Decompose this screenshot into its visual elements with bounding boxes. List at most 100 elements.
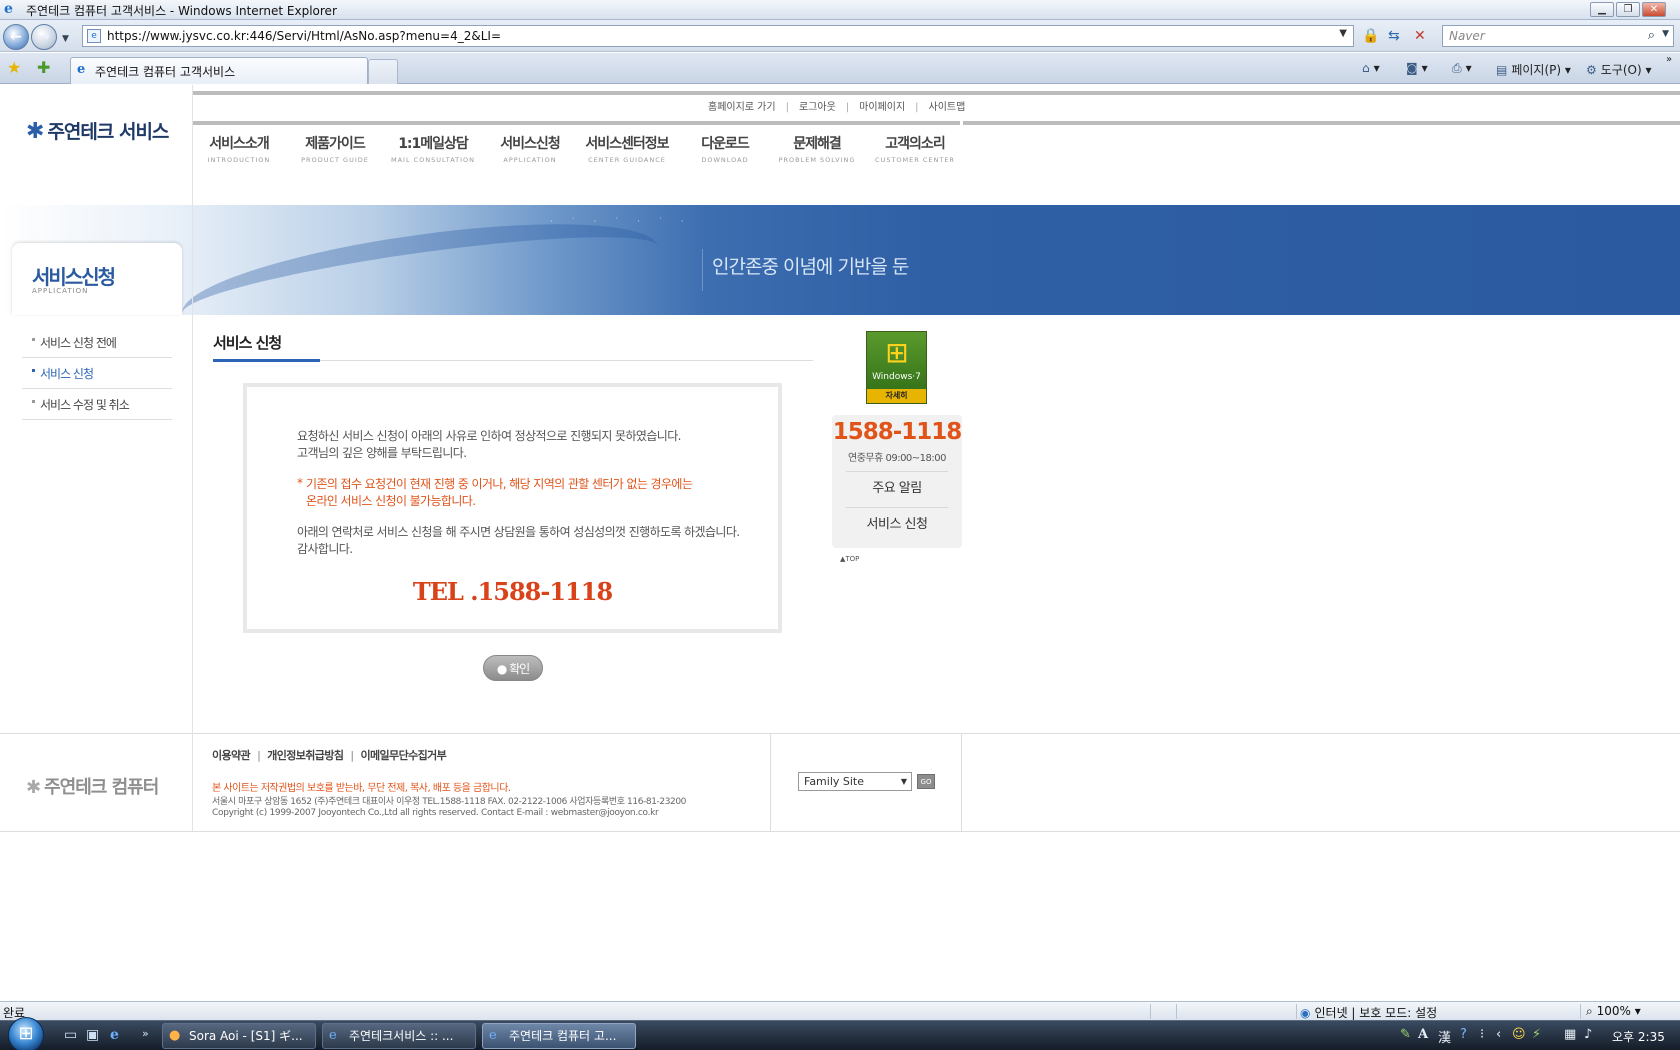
security-zone[interactable]: ◉ 인터넷 | 보호 모드: 설정: [1300, 1004, 1437, 1021]
status-divider: [1150, 1004, 1151, 1019]
family-site-go-button[interactable]: GO: [917, 774, 935, 789]
util-link-sitemap[interactable]: 사이트맵: [929, 102, 966, 113]
banner-stars: · ˙ · ˙ · ˙ ·: [550, 217, 692, 226]
tray-pen-icon[interactable]: ✎: [1400, 1027, 1411, 1042]
section-subtitle: APPLICATION: [32, 287, 89, 295]
notification-icon[interactable]: ☺: [1512, 1027, 1526, 1042]
print-button[interactable]: ⎙ ▾: [1452, 61, 1472, 76]
history-dropdown-icon[interactable]: ▼: [62, 31, 69, 47]
zoom-icon: ⌕: [1586, 1004, 1593, 1018]
taskbar-item-active[interactable]: e 주연테크 컴퓨터 고...: [482, 1023, 636, 1049]
window-title: 주연테크 컴퓨터 고객서비스 - Windows Internet Explor…: [26, 4, 337, 18]
gnb-label: 서비스신청: [500, 136, 560, 152]
family-site-select[interactable]: Family Site ▼: [798, 772, 912, 791]
clock[interactable]: 오후 2:35: [1612, 1028, 1665, 1045]
gnb-item-customer-center[interactable]: 고객의소리 CUSTOMER CENTER: [874, 133, 956, 164]
chevron-down-icon: ▼: [900, 777, 907, 786]
gnb-item-problem-solving[interactable]: 문제해결 PROBLEM SOLVING: [776, 133, 858, 164]
feeds-button[interactable]: ◙ ▾: [1406, 61, 1428, 75]
footer-link-terms[interactable]: 이용약관: [212, 749, 251, 762]
volume-icon[interactable]: ♪: [1584, 1027, 1592, 1042]
lock-icon[interactable]: 🔒: [1362, 28, 1379, 44]
quicklaunch-more-icon[interactable]: »: [142, 1027, 149, 1040]
restore-button[interactable]: ❐: [1616, 2, 1640, 17]
status-divider: [1296, 1004, 1297, 1019]
page-menu[interactable]: ▤ 페이지(P) ▾: [1496, 61, 1571, 78]
taskbar-item-sora[interactable]: ● Sora Aoi - [S1] ギ...: [162, 1023, 316, 1049]
gnb-label: 1:1메일상담: [398, 136, 469, 152]
add-favorite-icon[interactable]: ✚: [37, 59, 50, 77]
address-dropdown-icon[interactable]: ▼: [1339, 28, 1347, 39]
util-link-logout[interactable]: 로그아웃: [799, 102, 836, 113]
tools-menu[interactable]: ⚙ 도구(O) ▾: [1586, 61, 1652, 78]
gnb-item-center-guidance[interactable]: 서비스센터정보 CENTER GUIDANCE: [580, 133, 674, 164]
refresh-icon[interactable]: ⇆: [1388, 28, 1400, 44]
search-dropdown-icon[interactable]: ▼: [1662, 29, 1669, 39]
status-divider: [1580, 1004, 1581, 1019]
gnb-item-mail-consultation[interactable]: 1:1메일상담 MAIL CONSULTATION: [388, 133, 478, 164]
search-icon[interactable]: ⌕: [1648, 28, 1655, 43]
ime-options-icon[interactable]: ⁝: [1480, 1027, 1484, 1042]
search-input[interactable]: Naver ⌕ ▼: [1442, 25, 1674, 47]
home-button[interactable]: ⌂ ▾: [1362, 61, 1380, 75]
stop-icon[interactable]: ✕: [1414, 28, 1426, 44]
windows7-badge[interactable]: ⊞ Windows·7 자세히: [866, 331, 927, 404]
tray-expand-icon[interactable]: ‹: [1496, 1027, 1501, 1042]
favorites-star-icon[interactable]: ★: [7, 59, 21, 77]
taskbar-item-service[interactable]: e 주연테크서비스 :: ...: [322, 1023, 476, 1049]
side-menu-item-modify[interactable]: 서비스 수정 및 취소: [22, 389, 172, 420]
window-titlebar: e 주연테크 컴퓨터 고객서비스 - Windows Internet Expl…: [0, 0, 1680, 20]
gnb-label: 고객의소리: [885, 136, 945, 152]
gnb-sublabel: INTRODUCTION: [207, 156, 271, 164]
close-window-button[interactable]: ✕: [1642, 2, 1666, 17]
side-menu-label: 서비스 신청: [40, 367, 94, 381]
minimize-button[interactable]: ▁: [1590, 2, 1614, 17]
gnb-item-introduction[interactable]: 서비스소개 INTRODUCTION: [204, 133, 274, 164]
gnb-item-product-guide[interactable]: 제품가이드 PRODUCT GUIDE: [296, 133, 374, 164]
gnb-item-application[interactable]: 서비스신청 APPLICATION: [495, 133, 565, 164]
chevron-more-icon[interactable]: »: [1666, 54, 1672, 65]
switch-windows-icon[interactable]: ▣: [86, 1027, 99, 1043]
ime-a-icon[interactable]: A: [1418, 1027, 1428, 1042]
tab-active[interactable]: e 주연테크 컴퓨터 고객서비스: [70, 57, 368, 84]
taskbar: ⊞ ▭ ▣ e » ● Sora Aoi - [S1] ギ... e 주연테크서비스…: [0, 1017, 1680, 1050]
ime-hanja-icon[interactable]: 漢: [1438, 1027, 1451, 1046]
forward-button[interactable]: →: [31, 24, 57, 50]
gnb-item-download[interactable]: 다운로드 DOWNLOAD: [690, 133, 760, 164]
footer-divider: [770, 733, 771, 831]
quick-item-apply[interactable]: 서비스 신청: [846, 507, 948, 541]
search-placeholder: Naver: [1449, 29, 1485, 43]
side-menu-item-before[interactable]: 서비스 신청 전에: [22, 327, 172, 358]
tools-menu-label: 도구(O): [1600, 63, 1642, 77]
util-link-home[interactable]: 홈페이지로 가기: [708, 102, 776, 113]
windows-logo-icon: ⊞: [18, 1023, 34, 1044]
site-logo[interactable]: ✱ 주연테크 서비스: [26, 117, 169, 144]
section-title: 서비스신청: [32, 265, 116, 289]
show-desktop-icon[interactable]: ▭: [64, 1027, 77, 1043]
player-icon: ●: [169, 1028, 181, 1043]
back-button[interactable]: ←: [3, 24, 29, 50]
taskbar-item-label: 주연테크 컴퓨터 고...: [509, 1029, 617, 1043]
gnb-sublabel: CENTER GUIDANCE: [588, 156, 666, 164]
side-menu-item-apply[interactable]: 서비스 신청: [22, 358, 172, 389]
footer-link-privacy[interactable]: 개인정보취급방침: [267, 749, 344, 762]
tray-app-icon[interactable]: ⚡: [1532, 1027, 1541, 1042]
quick-item-notice[interactable]: 주요 알림: [846, 471, 948, 505]
top-link[interactable]: ▲TOP: [840, 555, 859, 563]
help-icon[interactable]: ?: [1460, 1027, 1467, 1042]
zoom-control[interactable]: ⌕ 100% ▾: [1586, 1004, 1641, 1019]
ie-quicklaunch-icon[interactable]: e: [110, 1027, 119, 1043]
address-input[interactable]: e https://www.jysvc.co.kr:446/Servi/Html…: [82, 25, 1354, 47]
windows7-label: Windows·7: [872, 372, 921, 382]
util-link-mypage[interactable]: 마이페이지: [859, 102, 905, 113]
site-logo-text: 주연테크 서비스: [47, 121, 169, 143]
confirm-button[interactable]: ● 확인: [483, 655, 543, 681]
rss-icon: ◙: [1406, 61, 1418, 75]
start-button[interactable]: ⊞: [8, 1017, 44, 1050]
quick-hours: 연중무휴 09:00~18:00: [848, 453, 947, 464]
new-tab-button[interactable]: [368, 59, 398, 84]
gnb-sublabel: DOWNLOAD: [701, 156, 749, 164]
home-icon: ⌂: [1362, 61, 1370, 75]
network-icon[interactable]: ▦: [1564, 1027, 1576, 1042]
footer-link-email[interactable]: 이메일무단수집거부: [360, 749, 446, 762]
